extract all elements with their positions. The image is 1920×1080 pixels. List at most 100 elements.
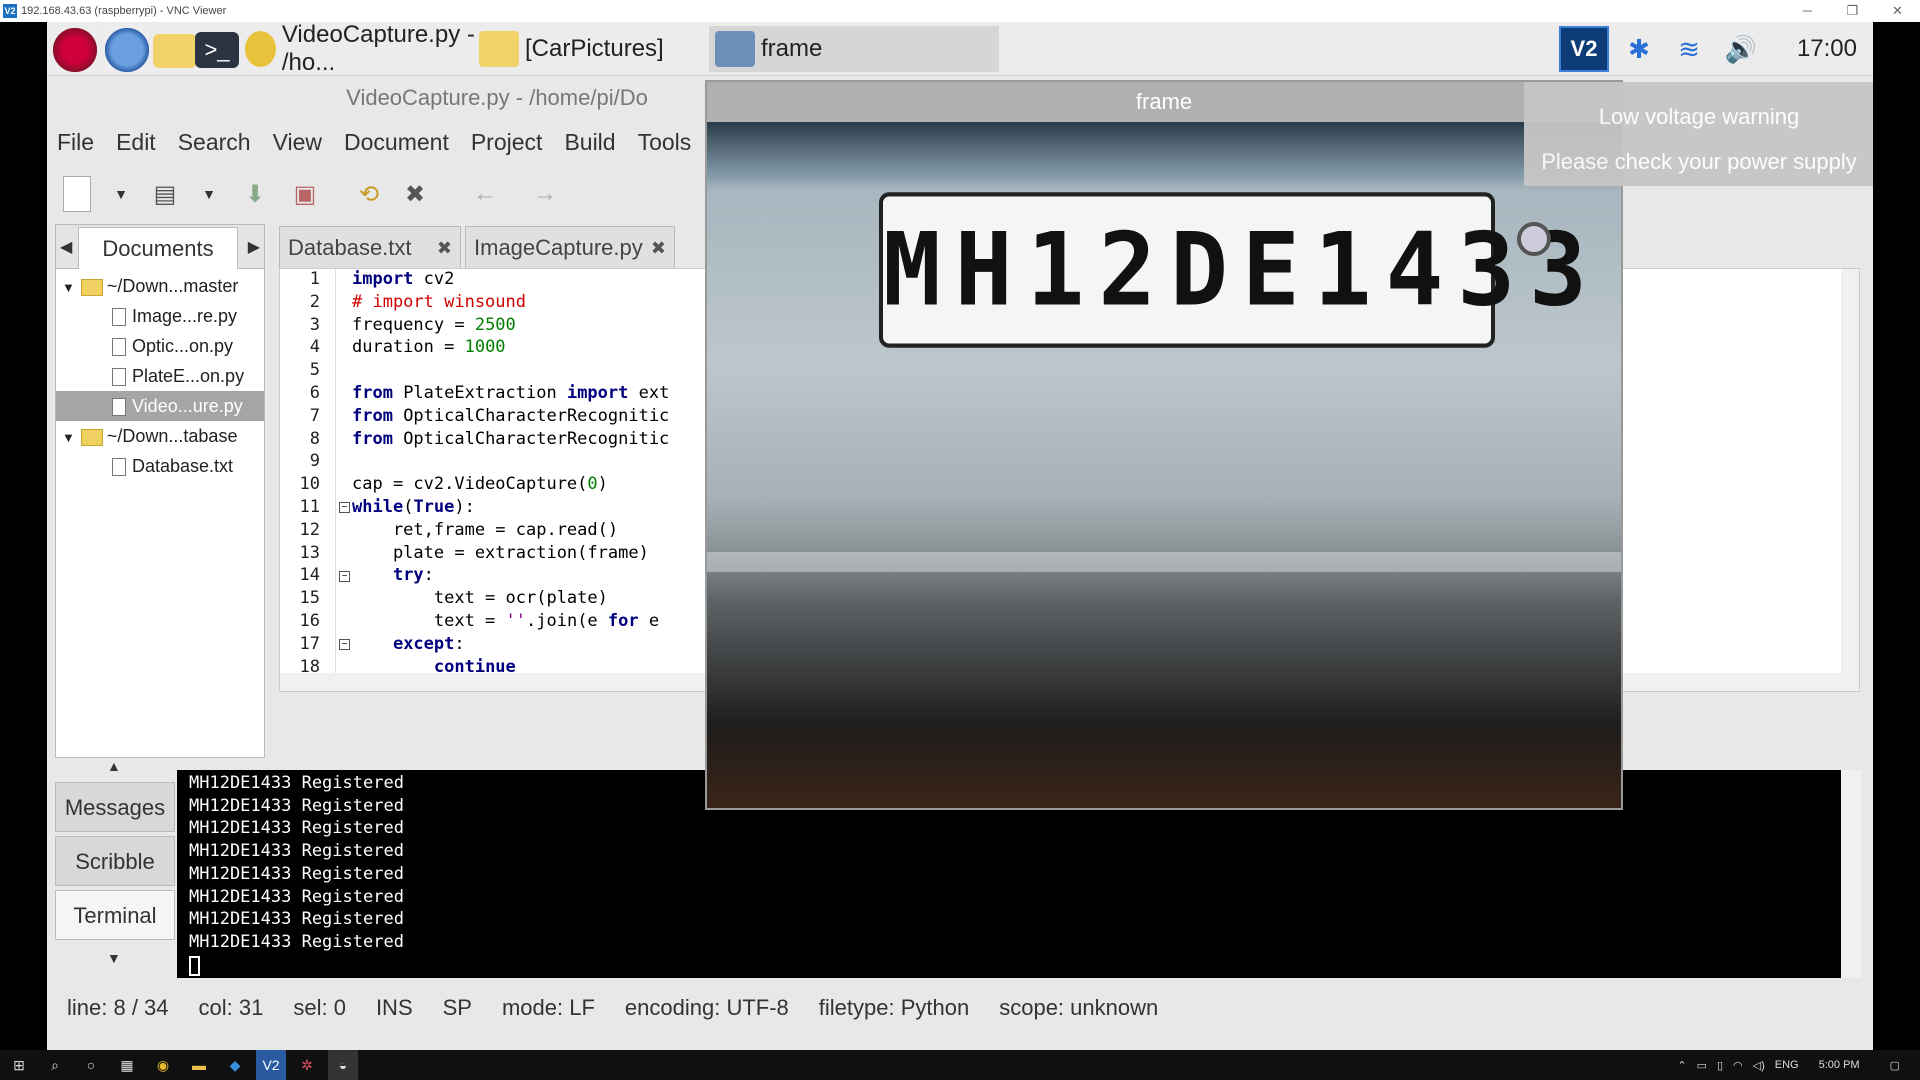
menu-edit[interactable]: Edit — [116, 129, 156, 156]
tab-scribble[interactable]: Scribble — [55, 836, 175, 886]
vscode-icon[interactable]: ◆ — [220, 1050, 250, 1080]
open-dropdown-icon[interactable]: ▼ — [191, 176, 227, 212]
camera-image: MH12DE1433 — [707, 122, 1621, 808]
tab-terminal[interactable]: Terminal — [55, 890, 175, 940]
minimize-button[interactable]: ─ — [1785, 0, 1830, 22]
code-line: import cv2 — [352, 269, 455, 289]
menu-search[interactable]: Search — [178, 129, 251, 156]
menu-project[interactable]: Project — [471, 129, 543, 156]
tree-file[interactable]: PlateE...on.py — [56, 361, 264, 391]
folder-icon — [479, 31, 519, 67]
editor-vertical-scrollbar[interactable] — [1841, 269, 1859, 675]
close-button[interactable]: ✕ — [1875, 0, 1920, 22]
tab-right-arrow-icon[interactable]: ▶ — [248, 237, 260, 257]
usb-icon[interactable]: ▯ — [1717, 1059, 1723, 1072]
menu-file[interactable]: File — [57, 129, 94, 156]
line-number: 4 — [309, 337, 320, 358]
close-tab-icon[interactable]: ✖ — [437, 227, 452, 269]
menu-build[interactable]: Build — [564, 129, 615, 156]
car-roof — [707, 122, 1621, 182]
license-plate: MH12DE1433 — [879, 192, 1587, 348]
save-icon[interactable]: ⬇ — [237, 176, 273, 212]
file-manager-icon[interactable] — [153, 34, 197, 68]
tree-file[interactable]: Image...re.py — [56, 301, 264, 331]
save-all-icon[interactable]: ▣ — [287, 176, 323, 212]
volume-icon[interactable]: 🔊 — [1719, 26, 1763, 72]
tree-file[interactable]: Database.txt — [56, 451, 264, 481]
low-voltage-notification[interactable]: Low voltage warning Please check your po… — [1524, 82, 1873, 186]
fold-marker-icon[interactable]: − — [339, 502, 350, 513]
tab-documents[interactable]: Documents — [78, 227, 238, 269]
chrome-icon[interactable]: ◉ — [148, 1050, 178, 1080]
app-icon[interactable]: ✲ — [292, 1050, 322, 1080]
revert-icon[interactable]: ⟲ — [351, 176, 387, 212]
tree-file-selected[interactable]: Video...ure.py — [56, 391, 264, 421]
status-ins: INS — [375, 995, 413, 1020]
line-number: 16 — [299, 611, 320, 631]
search-icon[interactable]: ⌕ — [40, 1050, 70, 1080]
terminal-scrollbar[interactable] — [1841, 770, 1861, 978]
terminal-line: MH12DE1433 Registered — [189, 818, 404, 839]
new-file-icon[interactable] — [63, 176, 91, 212]
task-view-icon[interactable]: ▦ — [112, 1050, 142, 1080]
raspberry-menu-icon[interactable] — [53, 28, 97, 72]
menu-view[interactable]: View — [273, 129, 322, 156]
scroll-down-arrow-icon[interactable]: ▼ — [107, 950, 121, 966]
message-tabs: ▲ Messages Scribble Terminal ▼ — [55, 758, 181, 976]
tray-chevron-icon[interactable]: ⌃ — [1677, 1059, 1686, 1072]
menu-tools[interactable]: Tools — [638, 129, 692, 156]
code-line: plate = extraction(frame) — [352, 542, 649, 563]
volume-icon[interactable]: ◁) — [1753, 1059, 1765, 1072]
line-number: 14 — [299, 565, 320, 586]
windows-start-icon[interactable]: ⊞ — [4, 1050, 34, 1080]
tree-folder[interactable]: ▼ ~/Down...tabase — [56, 421, 264, 451]
menu-document[interactable]: Document — [344, 129, 449, 156]
explorer-icon[interactable]: ▬ — [184, 1050, 214, 1080]
tab-database[interactable]: Database.txt ✖ — [279, 226, 461, 268]
document-icon — [112, 338, 126, 357]
maximize-button[interactable]: ❐ — [1830, 0, 1875, 22]
battery-icon[interactable]: ▭ — [1697, 1059, 1707, 1072]
terminal-icon[interactable]: >_ — [195, 32, 239, 68]
status-sp: SP — [442, 995, 472, 1020]
browser-icon[interactable] — [105, 28, 149, 72]
notification-icon[interactable]: ▢ — [1890, 1059, 1900, 1072]
terminal-line: MH12DE1433 Registered — [189, 931, 404, 952]
fold-marker-icon[interactable]: − — [339, 571, 350, 582]
tree-folder[interactable]: ▼ ~/Down...master — [56, 271, 264, 301]
system-clock[interactable]: 5:00 PM — [1819, 1059, 1860, 1071]
status-encoding: encoding: UTF-8 — [624, 995, 789, 1020]
vnc-viewer-icon[interactable]: V2 — [256, 1050, 286, 1080]
toolbar: ▼ ▤ ▼ ⬇ ▣ ⟲ ✖ ← → — [47, 166, 747, 222]
tree-file[interactable]: Optic...on.py — [56, 331, 264, 361]
line-number: 3 — [309, 314, 320, 335]
language-indicator[interactable]: ENG — [1775, 1059, 1799, 1071]
network-icon[interactable]: ◠ — [1733, 1059, 1743, 1072]
back-icon[interactable]: ← — [467, 176, 503, 212]
status-sel: sel: 0 — [293, 995, 346, 1020]
forward-icon[interactable]: → — [527, 176, 563, 212]
status-col: col: 31 — [198, 995, 264, 1020]
task-videocapture[interactable]: VideoCapture.py - /ho... — [245, 22, 477, 76]
cortana-icon[interactable]: ○ — [76, 1050, 106, 1080]
tab-messages[interactable]: Messages — [55, 782, 175, 832]
tab-left-arrow-icon[interactable]: ◀ — [60, 237, 72, 257]
fold-marker-icon[interactable]: − — [339, 639, 350, 650]
task-carpictures[interactable]: [CarPictures] — [479, 26, 709, 72]
new-dropdown-icon[interactable]: ▼ — [103, 176, 139, 212]
code-line: text = ocr(plate) — [352, 588, 608, 609]
wifi-icon[interactable]: ≋ — [1667, 26, 1711, 72]
line-number: 5 — [309, 360, 320, 381]
task-frame[interactable]: frame — [709, 26, 999, 72]
tab-imagecapture[interactable]: ImageCapture.py ✖ — [465, 226, 675, 268]
close-file-icon[interactable]: ✖ — [397, 176, 433, 212]
vnc-tray-icon[interactable]: V2 — [1559, 26, 1609, 72]
line-number: 2 — [309, 291, 320, 312]
scroll-up-arrow-icon[interactable]: ▲ — [107, 758, 121, 774]
frame-title[interactable]: frame — [707, 82, 1621, 122]
bluetooth-icon[interactable]: ✱ — [1619, 26, 1659, 72]
open-icon[interactable]: ▤ — [147, 176, 183, 212]
frame-window: frame MH12DE1433 — [705, 80, 1623, 810]
app-icon[interactable]: ◒ — [328, 1050, 358, 1080]
close-tab-icon[interactable]: ✖ — [651, 227, 666, 269]
